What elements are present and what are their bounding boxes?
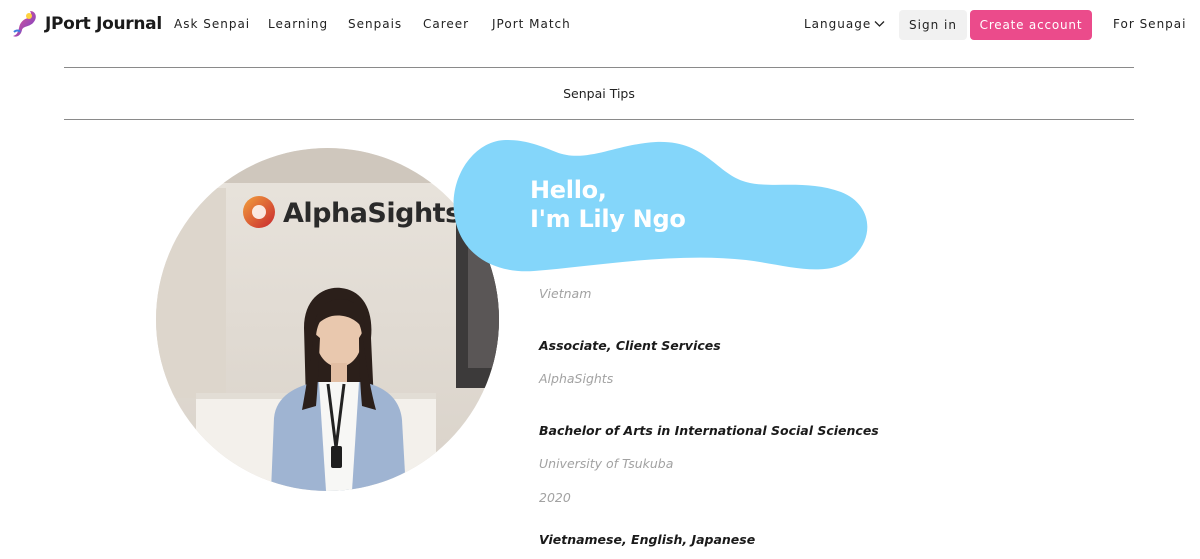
language-dropdown[interactable]: Language — [804, 17, 885, 31]
nav-jport-match[interactable]: JPort Match — [492, 17, 571, 31]
profile-country: Vietnam — [539, 286, 592, 301]
photo-sign-text: AlphaSights — [283, 198, 461, 229]
greeting-name: I'm Lily Ngo — [530, 205, 686, 233]
sign-in-button[interactable]: Sign in — [899, 10, 967, 40]
for-senpai-link[interactable]: For Senpai — [1113, 17, 1186, 31]
top-nav: JPort Journal Ask Senpai Learning Senpai… — [0, 0, 1200, 50]
profile-greeting: Hello, I'm Lily Ngo — [530, 176, 686, 234]
profile-company: AlphaSights — [539, 371, 614, 386]
jport-logo-icon — [13, 11, 36, 37]
greeting-line-1: Hello, — [530, 176, 607, 204]
nav-senpais[interactable]: Senpais — [348, 17, 402, 31]
logo-text: JPort Journal — [45, 14, 162, 34]
divider-bottom — [64, 119, 1134, 120]
nav-learning[interactable]: Learning — [268, 17, 328, 31]
profile-degree: Bachelor of Arts in International Social… — [539, 423, 879, 438]
tab-senpai-tips[interactable]: Senpai Tips — [64, 68, 1134, 119]
nav-ask-senpai[interactable]: Ask Senpai — [174, 17, 250, 31]
language-label: Language — [804, 17, 872, 31]
profile-university: University of Tsukuba — [539, 456, 674, 471]
profile-languages: Vietnamese, English, Japanese — [539, 532, 756, 547]
profile-graduation-year: 2020 — [539, 490, 571, 505]
create-account-button[interactable]: Create account — [970, 10, 1092, 40]
profile-position: Associate, Client Services — [539, 338, 721, 353]
chevron-down-icon — [874, 21, 885, 27]
nav-career[interactable]: Career — [423, 17, 469, 31]
logo[interactable]: JPort Journal — [8, 8, 162, 40]
